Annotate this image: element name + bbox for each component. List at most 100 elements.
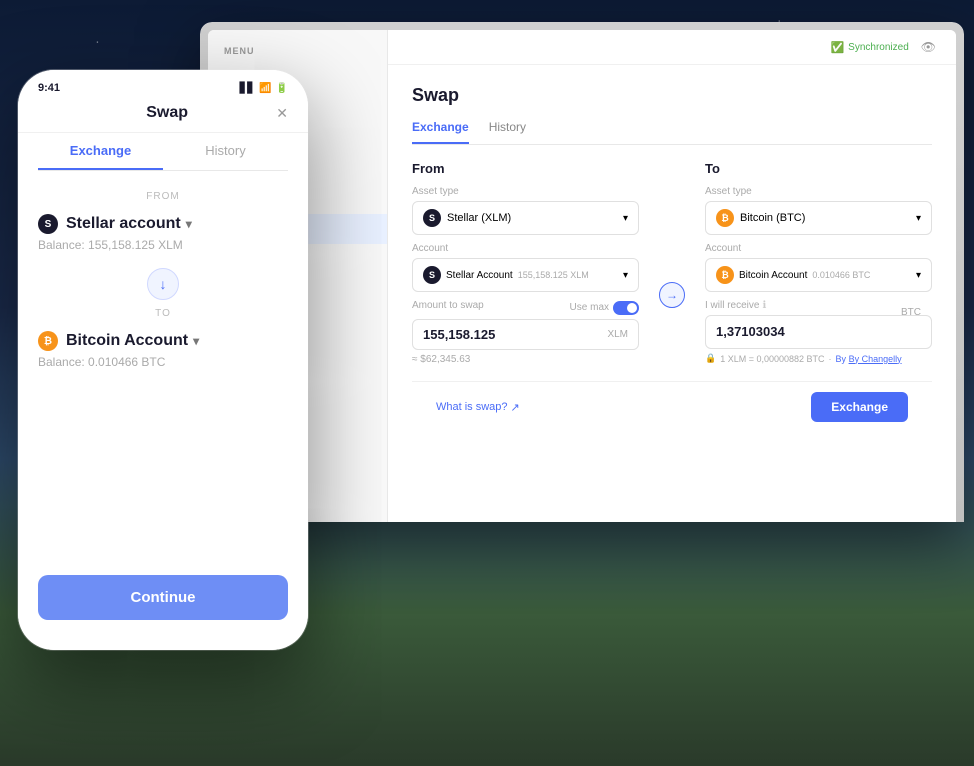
phone-swap-arrow[interactable]: ↓ [147,268,179,300]
phone-inner: 9:41 ▋▋ 📶 🔋 Swap ✕ Exchange History FROM… [18,70,308,650]
external-link-icon: ↗ [511,401,520,414]
phone-from-chevron: ▾ [186,217,192,231]
mobile-phone: 9:41 ▋▋ 📶 🔋 Swap ✕ Exchange History FROM… [18,70,308,650]
swap-direction-btn[interactable]: → [659,282,685,308]
to-account-inner: ₿ Bitcoin Account 0.010466 BTC [716,266,870,284]
menu-label: MENU [208,46,387,64]
sync-label: Synchronized [848,42,909,53]
asset-type-label-to: Asset type [705,186,932,197]
from-account-inner: S Stellar Account 155,158.125 XLM [423,266,589,284]
phone-title: Swap [58,104,276,122]
receive-info-icon: ℹ [762,300,766,311]
eye-icon[interactable]: 👁 [921,40,936,54]
desktop-bottom: What is swap? ↗ Exchange [412,381,932,432]
phone-tab-exchange[interactable]: Exchange [38,133,163,170]
phone-from-label: FROM [38,191,288,202]
desktop-frame: MENU 📈 Portfolio 🗂 Accounts ⬆ Send ⬇ Rec… [200,22,964,522]
from-account-select[interactable]: S Stellar Account 155,158.125 XLM ▾ [412,258,639,292]
phone-stellar-badge: S [38,214,58,234]
account-label-to: Account [705,243,932,254]
toggle-knob [627,303,637,313]
account-label-from: Account [412,243,639,254]
what-is-swap-link[interactable]: What is swap? ↗ [436,401,520,414]
phone-tab-history[interactable]: History [163,133,288,170]
phone-bitcoin-badge: ₿ [38,331,58,351]
desktop-content: Swap Exchange History From Asset type [388,65,956,517]
receive-value: 1,37103034 [716,324,785,339]
swap-arrow-col: → [659,161,685,373]
phone-from-account-row: S Stellar account ▾ [38,214,288,234]
signal-icon: ▋▋ [240,83,255,94]
page-title: Swap [412,85,932,106]
from-account-chevron: ▾ [623,270,628,281]
bitcoin-coin-badge: ₿ [716,209,734,227]
receive-currency: BTC [901,307,921,318]
to-asset-inner: ₿ Bitcoin (BTC) [716,209,805,227]
swap-tabs: Exchange History [412,120,932,145]
rate-info: 🔒 1 XLM = 0,00000882 BTC · By By Changel… [705,353,932,364]
phone-from-name[interactable]: Stellar account ▾ [66,215,192,233]
tab-exchange[interactable]: Exchange [412,120,469,144]
use-max-row: Use max [570,301,639,315]
wifi-icon: 📶 [259,83,271,94]
desktop-bezel: MENU 📈 Portfolio 🗂 Accounts ⬆ Send ⬇ Rec… [200,22,964,522]
sync-check-icon: ✅ [830,41,844,54]
to-asset-select[interactable]: ₿ Bitcoin (BTC) ▾ [705,201,932,235]
amount-usd: ≈ $62,345.63 [412,354,639,365]
from-asset-chevron: ▾ [623,213,628,224]
status-icons: ▋▋ 📶 🔋 [240,83,288,94]
close-button[interactable]: ✕ [276,105,288,122]
bitcoin-account-badge: ₿ [716,266,734,284]
amount-currency: XLM [607,329,628,340]
to-asset-name: Bitcoin (BTC) [740,212,805,224]
tab-history[interactable]: History [489,120,526,144]
stellar-coin-badge: S [423,209,441,227]
rate-by: By [836,354,849,364]
amount-label: Amount to swap [412,300,484,311]
use-max-toggle[interactable] [613,301,639,315]
to-account-chevron: ▾ [916,270,921,281]
phone-arrow-center: ↓ [18,268,308,300]
amount-input-box[interactable]: 155,158.125 XLM [412,319,639,350]
receive-box: 1,37103034 BTC [705,315,932,349]
from-title: From [412,161,639,176]
phone-header: Swap ✕ [18,100,308,133]
receive-label: I will receive ℹ [705,300,932,311]
lock-icon: 🔒 [705,353,716,364]
from-column: From Asset type S Stellar (XLM) ▾ Accoun… [412,161,639,373]
to-account-balance: 0.010466 BTC [812,270,870,280]
phone-to-account-row: ₿ Bitcoin Account ▾ [38,331,288,351]
desktop-main: ✅ Synchronized 👁 Swap Exchange History [388,30,956,522]
desktop-screen: MENU 📈 Portfolio 🗂 Accounts ⬆ Send ⬇ Rec… [208,30,956,522]
phone-tabs: Exchange History [38,133,288,171]
phone-to-balance: Balance: 0.010466 BTC [38,355,288,369]
from-account-balance: 155,158.125 XLM [518,270,589,280]
use-max-label: Use max [570,302,609,313]
exchange-button[interactable]: Exchange [811,392,908,422]
desktop-topbar: ✅ Synchronized 👁 [388,30,956,65]
to-account-name: Bitcoin Account [739,270,807,281]
to-asset-chevron: ▾ [916,213,921,224]
continue-button[interactable]: Continue [38,575,288,620]
from-asset-select[interactable]: S Stellar (XLM) ▾ [412,201,639,235]
from-asset-inner: S Stellar (XLM) [423,209,511,227]
status-time: 9:41 [38,82,60,94]
from-asset-name: Stellar (XLM) [447,212,511,224]
phone-notch [113,70,213,92]
sync-badge: ✅ Synchronized [830,41,908,54]
from-account-name: Stellar Account [446,270,513,281]
to-column: To Asset type ₿ Bitcoin (BTC) ▾ Account [705,161,932,373]
swap-form: From Asset type S Stellar (XLM) ▾ Accoun… [412,161,932,373]
phone-to-section: TO ₿ Bitcoin Account ▾ Balance: 0.010466… [18,308,308,369]
to-title: To [705,161,932,176]
changelly-link[interactable]: By Changelly [849,354,902,364]
rate-text: 1 XLM = 0,00000882 BTC [720,354,824,364]
phone-to-name[interactable]: Bitcoin Account ▾ [66,332,199,350]
rate-provider[interactable]: By By Changelly [836,354,902,364]
phone-to-chevron: ▾ [193,334,199,348]
battery-icon: 🔋 [276,83,288,94]
to-account-select[interactable]: ₿ Bitcoin Account 0.010466 BTC ▾ [705,258,932,292]
phone-from-balance: Balance: 155,158.125 XLM [38,238,288,252]
phone-to-label: TO [38,308,288,319]
amount-value: 155,158.125 [423,327,495,342]
